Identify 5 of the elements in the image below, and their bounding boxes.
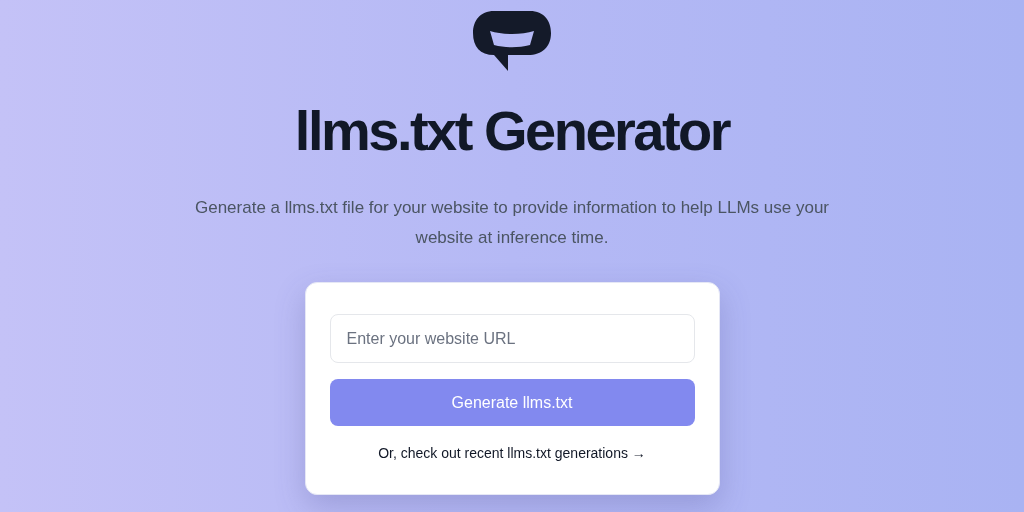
page-title: llms.txt Generator <box>294 99 730 163</box>
recent-generations-link[interactable]: Or, check out recent llms.txt generations → <box>378 445 646 461</box>
description-text: Generate a llms.txt file for your website to provide information to help LLMs use your website at inference time. <box>194 197 830 249</box>
logo-icon <box>472 9 552 73</box>
url-input-field[interactable]: Enter your website URL <box>329 314 695 363</box>
